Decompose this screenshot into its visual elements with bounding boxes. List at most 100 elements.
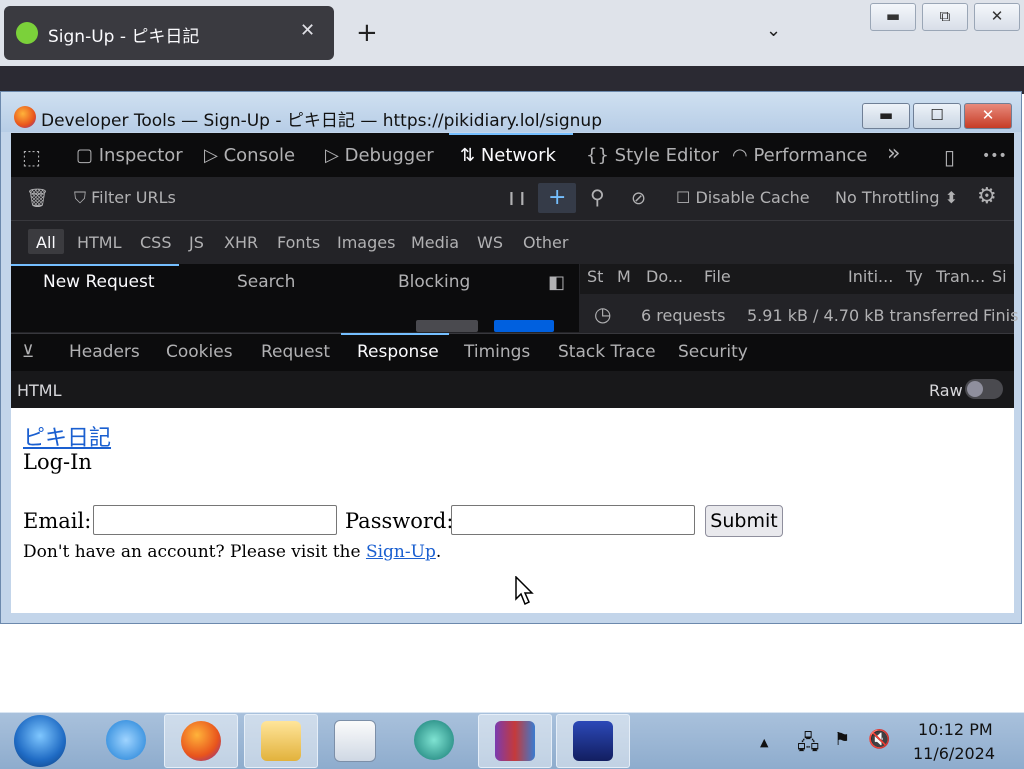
more-options-icon[interactable]: ••• (982, 148, 1007, 164)
browser-tab-title: Sign-Up - ピキ日記 (48, 27, 200, 47)
folder-icon (261, 721, 301, 761)
clear-trash-icon[interactable]: 🗑 (26, 188, 49, 209)
signup-prompt-text: Don't have an account? Please visit the (23, 542, 366, 562)
signup-link[interactable]: Sign-Up (366, 542, 436, 562)
email-field[interactable] (93, 505, 337, 535)
raw-toggle[interactable] (965, 379, 1003, 399)
taskbar-explorer-button[interactable] (244, 714, 318, 768)
app-icon (414, 720, 454, 760)
devtools-close-button[interactable]: ✕ (964, 103, 1012, 129)
type-filter-css[interactable]: CSS (140, 233, 171, 252)
type-filter-xhr[interactable]: XHR (224, 233, 258, 252)
disable-cache-label: Disable Cache (695, 188, 810, 207)
new-request-button[interactable]: + (538, 183, 576, 213)
tab-network[interactable]: ⇅ Network (460, 145, 556, 166)
response-format-bar (11, 371, 1014, 408)
tab-inspector-label: Inspector (98, 145, 183, 166)
column-header[interactable]: Si (992, 267, 1007, 286)
signup-prompt-period: . (435, 542, 442, 562)
tab-new-request[interactable]: New Request (43, 272, 155, 292)
tab-stack-trace[interactable]: Stack Trace (558, 342, 656, 362)
clock-date[interactable]: 11/6/2024 (913, 744, 995, 763)
tab-close-icon[interactable]: ✕ (300, 20, 315, 41)
more-tools-icon[interactable]: » (887, 141, 900, 166)
tab-response[interactable]: Response (357, 342, 439, 362)
volume-muted-icon[interactable]: 🔇 (868, 729, 890, 750)
request-button-blue[interactable] (494, 320, 554, 332)
email-label: Email: (23, 509, 92, 533)
tray-up-icon[interactable]: ▲ (760, 736, 768, 749)
column-header[interactable]: St (587, 267, 603, 286)
tab-timings[interactable]: Timings (464, 342, 530, 362)
tab-request[interactable]: Request (261, 342, 330, 362)
internet-explorer-icon (106, 720, 146, 760)
tab-cookies[interactable]: Cookies (166, 342, 233, 362)
clock-time[interactable]: 10:12 PM (918, 720, 993, 739)
filter-urls-input[interactable]: ⛉ Filter URLs (74, 188, 176, 208)
tab-style-editor[interactable]: {} Style Editor (586, 145, 719, 166)
column-header[interactable]: Initi... (848, 267, 893, 286)
pause-icon[interactable]: ❙❙ (506, 191, 528, 206)
column-header[interactable]: File (704, 267, 731, 286)
taskbar-ie-button[interactable] (90, 714, 162, 766)
throttling-select[interactable]: No Throttling ⬍ (835, 188, 958, 207)
start-orb-windows-icon[interactable] (14, 715, 66, 767)
taskbar-game-button[interactable] (556, 714, 630, 768)
block-icon[interactable]: ⊘ (631, 188, 646, 209)
tab-security[interactable]: Security (678, 342, 748, 362)
tab-blocking[interactable]: Blocking (398, 272, 470, 292)
column-header[interactable]: Do... (646, 267, 683, 286)
type-filter-html[interactable]: HTML (77, 233, 122, 252)
browser-tab[interactable]: Sign-Up - ピキ日記 ✕ (4, 6, 334, 60)
filter-icon: ⛉ (74, 188, 92, 207)
password-field[interactable] (451, 505, 695, 535)
tab-inspector[interactable]: ▢ Inspector (76, 145, 183, 166)
column-header[interactable]: M (617, 267, 631, 286)
settings-gear-icon[interactable]: ⚙ (977, 184, 997, 209)
toggle-sidebar-icon[interactable]: ◧ (548, 272, 565, 293)
flag-tray-icon[interactable]: ⚑ (834, 729, 850, 750)
responsive-design-icon[interactable]: ▯ (944, 145, 955, 169)
column-header[interactable]: Tran... (936, 267, 985, 286)
request-button-gray[interactable] (416, 320, 478, 332)
submit-button[interactable]: Submit (705, 505, 783, 537)
browser-maximize-button[interactable]: ⧉ (922, 3, 968, 31)
collapse-panel-icon[interactable]: ⊻ (22, 342, 34, 362)
tab-list-chevron-down-icon[interactable]: ⌄ (766, 20, 781, 41)
finish-time: Finis (983, 306, 1019, 325)
browser-close-button[interactable]: ✕ (974, 3, 1020, 31)
tab-debugger[interactable]: ▷ Debugger (325, 145, 434, 166)
type-filter-fonts[interactable]: Fonts (277, 233, 320, 252)
site-home-link[interactable]: ピキ日記 (23, 420, 111, 452)
plus-icon: + (548, 185, 567, 210)
devtools-minimize-button[interactable]: ▬ (862, 103, 910, 129)
tab-console[interactable]: ▷ Console (204, 145, 295, 166)
type-filter-other[interactable]: Other (523, 233, 568, 252)
taskbar-winrar-button[interactable] (478, 714, 552, 768)
type-filter-all[interactable]: All (36, 233, 56, 252)
tab-performance-label: Performance (753, 145, 868, 166)
taskbar-app-button[interactable] (398, 714, 470, 766)
network-tray-icon[interactable]: 🖧 (797, 728, 819, 762)
taskbar-firefox-button[interactable] (164, 714, 238, 768)
firefox-icon (181, 721, 221, 761)
tab-performance[interactable]: ◠ Performance (732, 145, 868, 166)
site-favicon-icon (16, 22, 38, 44)
type-filter-images[interactable]: Images (337, 233, 395, 252)
browser-minimize-button[interactable]: ▬ (870, 3, 916, 31)
type-filter-media[interactable]: Media (411, 233, 459, 252)
element-picker-icon[interactable]: ⬚ (22, 145, 41, 169)
taskbar-media-button[interactable] (318, 714, 390, 766)
devtools-maximize-button[interactable]: ☐ (913, 103, 961, 129)
disable-cache-checkbox[interactable]: ☐ Disable Cache (676, 188, 810, 207)
new-tab-button[interactable]: + (356, 18, 378, 48)
tab-search[interactable]: Search (237, 272, 295, 292)
type-filter-js[interactable]: JS (189, 233, 204, 252)
winrar-icon (495, 721, 535, 761)
raw-label: Raw (929, 381, 963, 400)
type-filter-ws[interactable]: WS (477, 233, 503, 252)
column-header[interactable]: Ty (906, 267, 923, 286)
search-icon[interactable]: ⚲ (590, 185, 605, 209)
tab-headers[interactable]: Headers (69, 342, 140, 362)
html-label: HTML (17, 381, 62, 400)
